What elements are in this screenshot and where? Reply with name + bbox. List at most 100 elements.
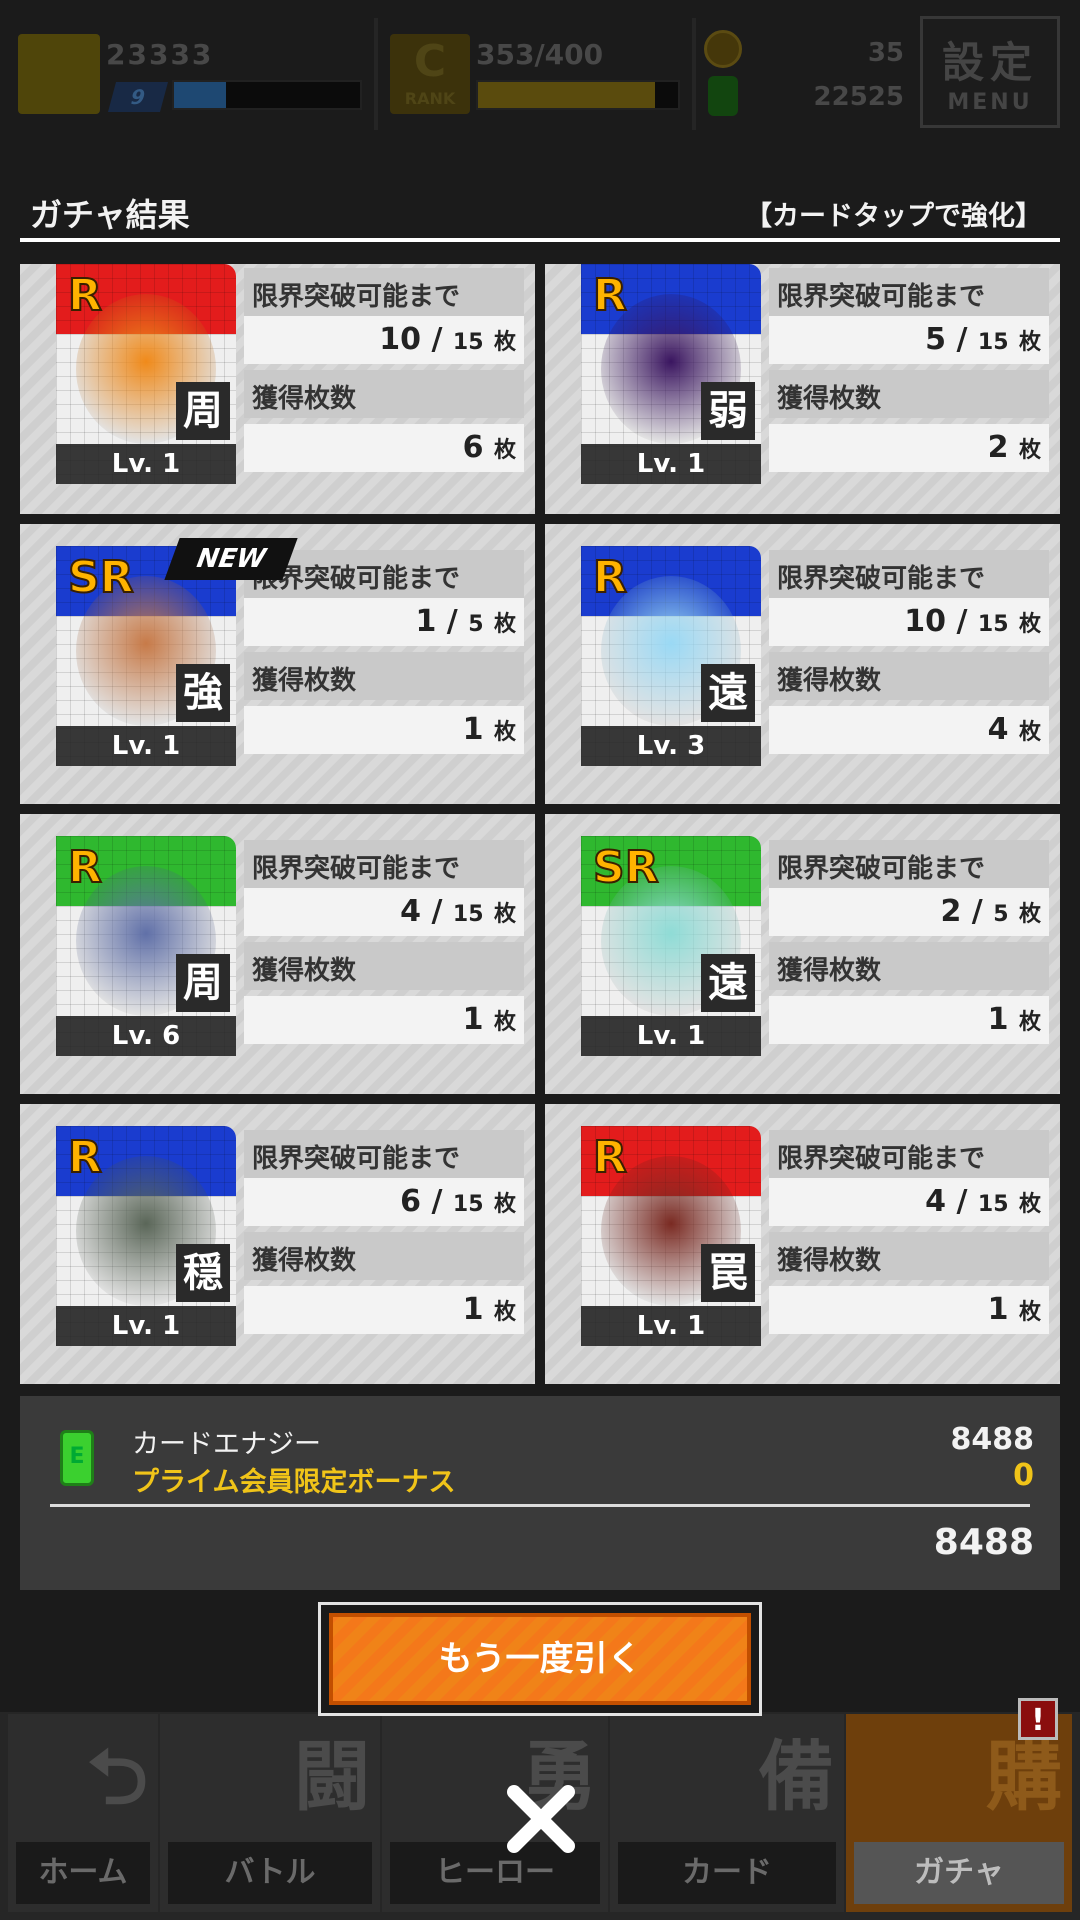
count-row: 1 枚 bbox=[244, 706, 524, 754]
count-row: 6 枚 bbox=[244, 424, 524, 472]
count-label-row: 獲得枚数 bbox=[769, 652, 1049, 700]
alert-badge: ! bbox=[1018, 1698, 1058, 1740]
page-title: ガチャ結果 bbox=[30, 196, 190, 234]
rarity-label: R bbox=[67, 1131, 103, 1184]
obtained-count: 1 bbox=[462, 1292, 484, 1327]
nav-card[interactable]: 備 カード bbox=[610, 1714, 844, 1912]
energy-label: カードエナジー bbox=[132, 1429, 321, 1460]
limit-current: 2 bbox=[940, 894, 962, 929]
rarity-label: SR bbox=[67, 551, 135, 604]
unit-label: 枚 bbox=[493, 720, 516, 745]
card-type-label: 周 bbox=[176, 382, 230, 440]
count-row: 1 枚 bbox=[244, 1286, 524, 1334]
card-level: Lv. 6 bbox=[56, 1016, 236, 1056]
limit-label-row: 限界突破可能まで bbox=[769, 550, 1049, 598]
rarity-label: R bbox=[67, 841, 103, 894]
unit-label: 枚 bbox=[1018, 1300, 1041, 1325]
count-row: 1 枚 bbox=[769, 996, 1049, 1044]
rarity-label: R bbox=[67, 269, 103, 322]
limit-label-row: 限界突破可能まで bbox=[769, 268, 1049, 316]
dim-overlay bbox=[0, 0, 1080, 150]
tap-hint: 【カードタップで強化】 bbox=[745, 201, 1042, 232]
unit-label: 枚 bbox=[493, 330, 516, 355]
limit-progress-row: 10 / 15 枚 bbox=[244, 316, 524, 364]
limit-progress-row: 6 / 15 枚 bbox=[244, 1178, 524, 1226]
count-label-row: 獲得枚数 bbox=[244, 942, 524, 990]
rarity-label: R bbox=[592, 1131, 628, 1184]
card-type-label: 罠 bbox=[701, 1244, 755, 1302]
nav-label: バトル bbox=[168, 1842, 372, 1904]
limit-progress-row: 2 / 5 枚 bbox=[769, 888, 1049, 936]
nav-battle[interactable]: 闘 バトル bbox=[160, 1714, 380, 1912]
home-icon: ⮌ bbox=[87, 1732, 148, 1821]
gacha-card[interactable]: R 弱 Lv. 1 限界突破可能まで 5 / 15 枚 獲得枚数 2 枚 bbox=[545, 264, 1060, 514]
energy-summary-panel: E カードエナジー プライム会員限定ボーナス 8488 0 8488 bbox=[20, 1396, 1060, 1590]
count-row: 1 枚 bbox=[244, 996, 524, 1044]
card-level: Lv. 1 bbox=[581, 1016, 761, 1056]
nav-home[interactable]: ⮌ ホーム bbox=[8, 1714, 158, 1912]
prime-bonus-label: プライム会員限定ボーナス bbox=[132, 1467, 456, 1498]
card-level: Lv. 1 bbox=[581, 1306, 761, 1346]
card-type-label: 弱 bbox=[701, 382, 755, 440]
limit-max: 5 bbox=[468, 612, 484, 637]
card-level: Lv. 1 bbox=[581, 444, 761, 484]
nav-label: ホーム bbox=[16, 1842, 150, 1904]
card-art: R 穏 Lv. 1 bbox=[56, 1126, 236, 1346]
limit-progress-row: 1 / 5 枚 bbox=[244, 598, 524, 646]
close-icon[interactable] bbox=[496, 1774, 586, 1864]
limit-current: 6 bbox=[400, 1184, 422, 1219]
nav-label: ガチャ bbox=[854, 1842, 1064, 1904]
count-label-row: 獲得枚数 bbox=[769, 370, 1049, 418]
energy-total: 8488 bbox=[933, 1522, 1034, 1563]
obtained-count: 2 bbox=[987, 430, 1009, 465]
energy-value: 8488 bbox=[950, 1422, 1035, 1457]
obtained-count: 6 bbox=[462, 430, 484, 465]
card-art: R 罠 Lv. 1 bbox=[581, 1126, 761, 1346]
gacha-card[interactable]: NEW SR 強 Lv. 1 限界突破可能まで 1 / 5 枚 獲得枚数 1 枚 bbox=[20, 524, 535, 804]
card-art: R 弱 Lv. 1 bbox=[581, 264, 761, 484]
card-icon: 備 bbox=[758, 1732, 834, 1821]
rarity-label: SR bbox=[592, 841, 660, 894]
status-bar: 23333 9 C RANK 353/400 35 22525 設定 MENU bbox=[0, 0, 1080, 150]
limit-max: 15 bbox=[452, 1192, 484, 1217]
limit-max: 15 bbox=[452, 902, 484, 927]
nav-gacha[interactable]: 購 ガチャ bbox=[846, 1714, 1072, 1912]
limit-max: 15 bbox=[977, 330, 1009, 355]
gacha-card[interactable]: R 周 Lv. 6 限界突破可能まで 4 / 15 枚 獲得枚数 1 枚 bbox=[20, 814, 535, 1094]
obtained-count: 1 bbox=[987, 1002, 1009, 1037]
obtained-count: 4 bbox=[987, 712, 1009, 747]
card-type-label: 遠 bbox=[701, 664, 755, 722]
unit-label: 枚 bbox=[1018, 1010, 1041, 1035]
count-label-row: 獲得枚数 bbox=[769, 1232, 1049, 1280]
card-type-label: 遠 bbox=[701, 954, 755, 1012]
gacha-card[interactable]: R 遠 Lv. 3 限界突破可能まで 10 / 15 枚 獲得枚数 4 枚 bbox=[545, 524, 1060, 804]
divider bbox=[50, 1504, 1030, 1507]
unit-label: 枚 bbox=[1018, 438, 1041, 463]
new-badge: NEW bbox=[164, 538, 298, 580]
gacha-card[interactable]: SR 遠 Lv. 1 限界突破可能まで 2 / 5 枚 獲得枚数 1 枚 bbox=[545, 814, 1060, 1094]
unit-label: 枚 bbox=[493, 438, 516, 463]
card-level: Lv. 3 bbox=[581, 726, 761, 766]
limit-label-row: 限界突破可能まで bbox=[244, 840, 524, 888]
rarity-label: R bbox=[592, 551, 628, 604]
gacha-card[interactable]: R 穏 Lv. 1 限界突破可能まで 6 / 15 枚 獲得枚数 1 枚 bbox=[20, 1104, 535, 1384]
limit-progress-row: 4 / 15 枚 bbox=[244, 888, 524, 936]
limit-label-row: 限界突破可能まで bbox=[244, 1130, 524, 1178]
gacha-card[interactable]: R 罠 Lv. 1 限界突破可能まで 4 / 15 枚 獲得枚数 1 枚 bbox=[545, 1104, 1060, 1384]
count-label-row: 獲得枚数 bbox=[244, 1232, 524, 1280]
card-art: R 周 Lv. 6 bbox=[56, 836, 236, 1056]
card-level: Lv. 1 bbox=[56, 444, 236, 484]
card-level: Lv. 1 bbox=[56, 1306, 236, 1346]
card-art: SR 遠 Lv. 1 bbox=[581, 836, 761, 1056]
draw-again-button[interactable]: もう一度引く bbox=[318, 1602, 762, 1716]
limit-label-row: 限界突破可能まで bbox=[769, 1130, 1049, 1178]
unit-label: 枚 bbox=[493, 1300, 516, 1325]
limit-max: 15 bbox=[977, 1192, 1009, 1217]
count-label-row: 獲得枚数 bbox=[769, 942, 1049, 990]
limit-label-row: 限界突破可能まで bbox=[244, 268, 524, 316]
title-divider bbox=[20, 238, 1060, 242]
limit-current: 10 bbox=[904, 604, 947, 639]
gacha-card[interactable]: R 周 Lv. 1 限界突破可能まで 10 / 15 枚 獲得枚数 6 枚 bbox=[20, 264, 535, 514]
prime-bonus-value: 0 bbox=[1013, 1458, 1034, 1493]
unit-label: 枚 bbox=[493, 1010, 516, 1035]
